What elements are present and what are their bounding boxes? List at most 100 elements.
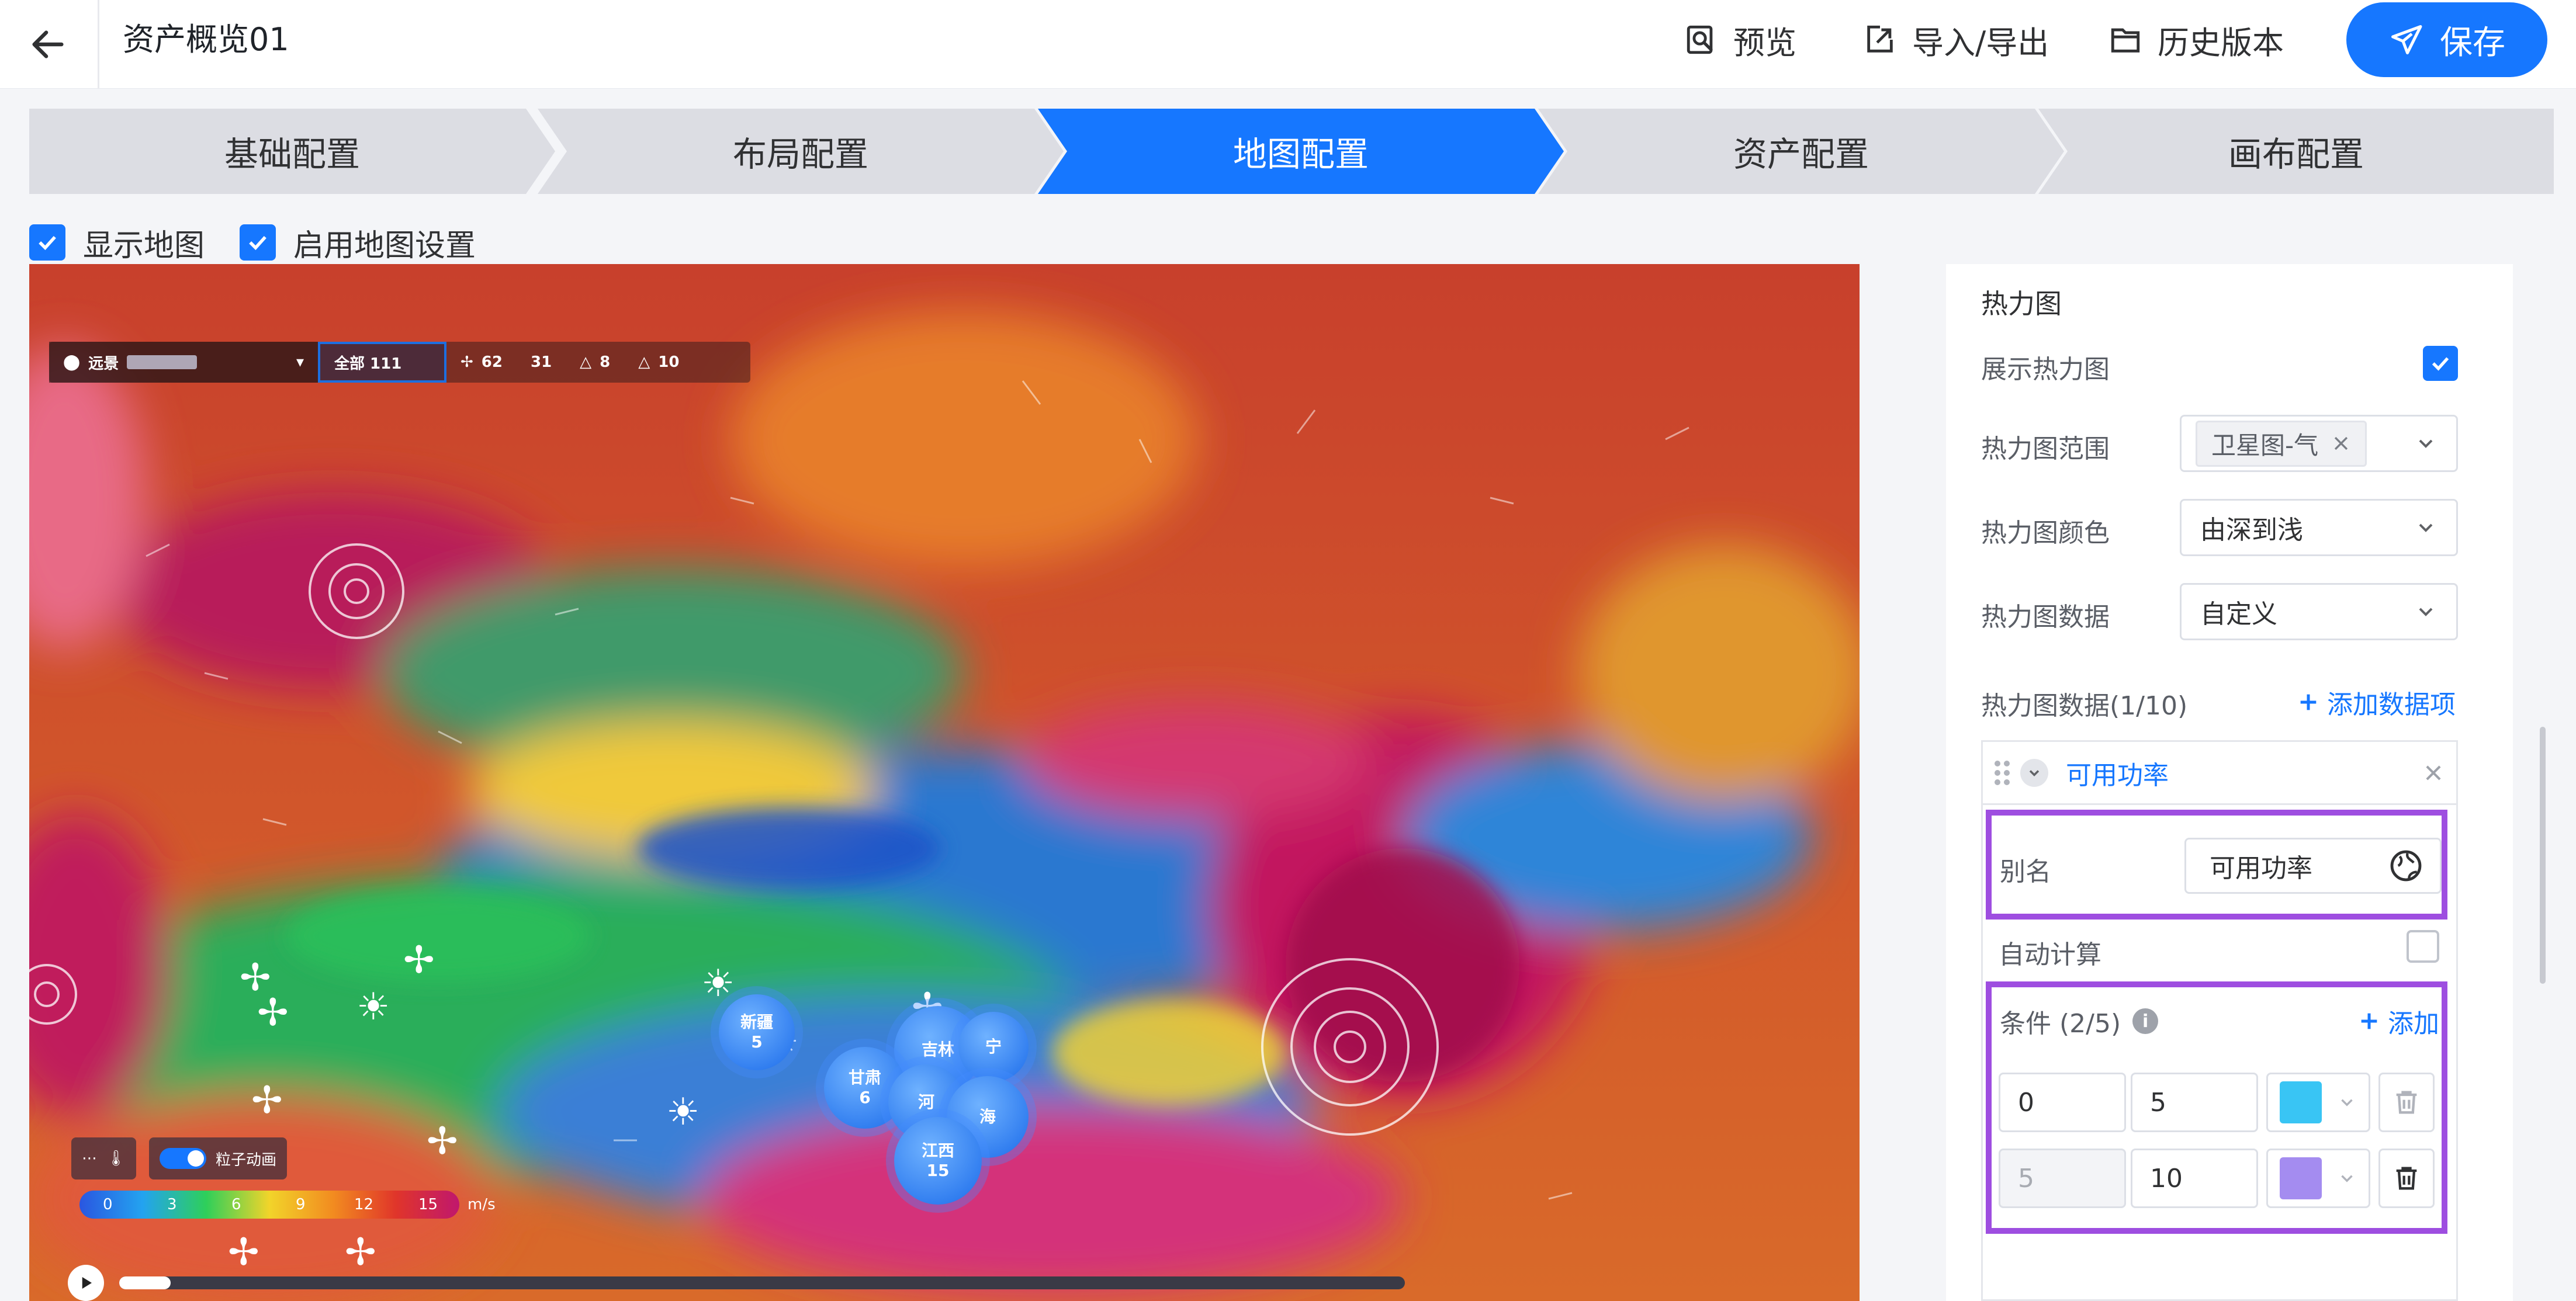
storage-icon: △ <box>580 353 592 371</box>
back-button[interactable] <box>23 20 72 69</box>
cluster-count: 15 <box>926 1161 950 1180</box>
heatmap-data-label: 热力图数据 <box>1981 602 2110 632</box>
step-map-config[interactable]: 地图配置 <box>1038 109 1564 194</box>
condition-min-value: 5 <box>2018 1163 2034 1194</box>
show-map-checkbox[interactable]: 显示地图 <box>29 221 205 265</box>
alias-input[interactable]: 可用功率 <box>2184 838 2442 894</box>
redacted-text <box>127 355 198 369</box>
province-cluster[interactable]: 新疆 5 <box>719 994 795 1070</box>
wind-turbine-icon[interactable]: ✢ <box>427 1123 458 1160</box>
play-icon <box>82 1277 92 1289</box>
timeline-progress <box>119 1276 171 1289</box>
province-cluster[interactable]: 宁 <box>958 1012 1029 1082</box>
check-icon <box>2432 357 2449 371</box>
cluster-count: 6 <box>859 1088 871 1107</box>
cluster-name: 吉林 <box>921 1040 954 1059</box>
heatmap-data-select[interactable]: 自定义 <box>2180 583 2458 640</box>
drag-handle-icon[interactable] <box>1995 760 2010 785</box>
heatmap-color-value: 由深到浅 <box>2200 515 2303 545</box>
condition-color-select[interactable] <box>2266 1149 2370 1208</box>
condition-min-value: 0 <box>2018 1087 2034 1118</box>
filter-solar[interactable]: 31 <box>517 342 566 383</box>
step-label: 布局配置 <box>732 134 868 174</box>
turbine-icon: ✢ <box>461 353 473 371</box>
info-icon[interactable]: i <box>2132 1008 2159 1034</box>
location-label: 远景 <box>88 355 119 373</box>
location-selector[interactable]: ⬤ 远景 ▾ <box>49 342 318 383</box>
step-layout-config[interactable]: 布局配置 <box>538 109 1064 194</box>
conditions-header: 条件 (2/5) i <box>2000 1002 2159 1040</box>
trash-icon <box>2396 1091 2417 1114</box>
heatmap-color-select[interactable]: 由深到浅 <box>2180 499 2458 556</box>
play-button[interactable] <box>68 1265 104 1301</box>
wind-turbine-icon[interactable]: ✢ <box>251 1082 283 1119</box>
section-title: 热力图 <box>1981 288 2062 320</box>
plus-icon <box>2300 694 2317 710</box>
add-data-item-label: 添加数据项 <box>2327 690 2456 720</box>
timeline-track[interactable] <box>119 1276 1405 1289</box>
history-version-button[interactable]: 历史版本 <box>2108 18 2284 62</box>
solar-icon[interactable]: ☀ <box>701 965 735 1002</box>
chevron-down-icon <box>2419 439 2433 448</box>
add-condition-button[interactable]: 添加 <box>2357 1002 2439 1040</box>
filter-storage[interactable]: △ 8 <box>566 342 624 383</box>
auto-calc-label: 自动计算 <box>1999 940 2101 970</box>
filter-all[interactable]: 全部 111 <box>318 342 446 383</box>
save-button[interactable]: 保存 <box>2346 2 2547 77</box>
collapse-chevron-icon[interactable] <box>2020 758 2048 787</box>
filter-wind[interactable]: ✢ 62 <box>446 342 517 383</box>
show-heatmap-checkbox[interactable] <box>2423 346 2458 381</box>
data-item-name: 可用功率 <box>2066 760 2169 790</box>
cluster-name: 甘肃 <box>848 1068 881 1087</box>
top-header: 资产概览01 预览 导入/导出 历史版本 保存 <box>0 0 2576 89</box>
particle-animation-label: 粒子动画 <box>216 1151 277 1169</box>
step-label: 画布配置 <box>2228 134 2364 174</box>
cluster-name: 海 <box>979 1107 996 1126</box>
cluster-name: 宁 <box>985 1037 1002 1056</box>
wind-turbine-icon[interactable]: ✢ <box>257 994 289 1032</box>
layer-control[interactable]: ⋯ 🌡 <box>71 1137 137 1179</box>
step-asset-config[interactable]: 资产配置 <box>1538 109 2064 194</box>
translate-icon[interactable] <box>2387 847 2425 884</box>
filter-count: 31 <box>530 353 552 371</box>
arrow-left-icon <box>32 30 64 58</box>
panel-scrollbar[interactable] <box>2540 727 2546 984</box>
toggle-switch[interactable] <box>160 1148 207 1169</box>
wind-turbine-icon[interactable]: ✢ <box>403 942 435 979</box>
map-canvas[interactable]: ⬤ 远景 ▾ 全部 111 ✢ 62 31 △ 8 △ 10 ✢ ✢ ☀ ✢ ☀ ☀ … <box>29 264 1860 1301</box>
condition-max-input[interactable]: 5 <box>2131 1073 2258 1132</box>
condition-max-input[interactable]: 10 <box>2131 1149 2258 1208</box>
condition-max-value: 10 <box>2150 1163 2183 1194</box>
auto-calc-checkbox[interactable] <box>2407 930 2439 963</box>
close-icon[interactable] <box>2422 762 2445 784</box>
close-icon[interactable] <box>2331 433 2351 453</box>
filter-other[interactable]: △ 10 <box>624 342 693 383</box>
step-basic-config[interactable]: 基础配置 <box>29 109 555 194</box>
condition-min-input[interactable]: 0 <box>1999 1073 2126 1132</box>
cluster-name: 河 <box>917 1092 934 1112</box>
enable-map-settings-checkbox[interactable]: 启用地图设置 <box>240 221 476 265</box>
scale-tick: 12 <box>354 1196 374 1213</box>
condition-color-select[interactable] <box>2266 1073 2370 1132</box>
data-item-header[interactable]: 可用功率 <box>1983 742 2456 805</box>
delete-condition-button[interactable] <box>2378 1073 2435 1132</box>
solar-icon[interactable]: ☀ <box>356 988 390 1026</box>
conditions-label: 条件 (2/5) <box>2000 1009 2121 1039</box>
checkbox-checked-icon <box>29 224 65 261</box>
step-label: 地图配置 <box>1232 134 1369 174</box>
heatmap-range-select[interactable]: 卫星图-气 <box>2180 415 2458 472</box>
cluster-name: 江西 <box>921 1141 954 1160</box>
delete-condition-button[interactable] <box>2378 1149 2435 1208</box>
map-toggle-row: 显示地图 启用地图设置 <box>29 221 476 264</box>
scale-tick: 0 <box>103 1196 113 1213</box>
province-cluster[interactable]: 江西 15 <box>894 1117 982 1205</box>
preview-button[interactable]: 预览 <box>1684 18 1796 62</box>
import-export-button[interactable]: 导入/导出 <box>1863 18 2049 62</box>
import-export-label: 导入/导出 <box>1912 24 2049 61</box>
scale-tick: 6 <box>231 1196 241 1213</box>
add-data-item-button[interactable]: 添加数据项 <box>2297 684 2456 721</box>
particle-animation-toggle[interactable]: 粒子动画 <box>149 1137 288 1179</box>
solar-icon[interactable]: ☀ <box>666 1094 700 1131</box>
send-icon <box>2391 25 2422 54</box>
step-canvas-config[interactable]: 画布配置 <box>2038 109 2554 194</box>
